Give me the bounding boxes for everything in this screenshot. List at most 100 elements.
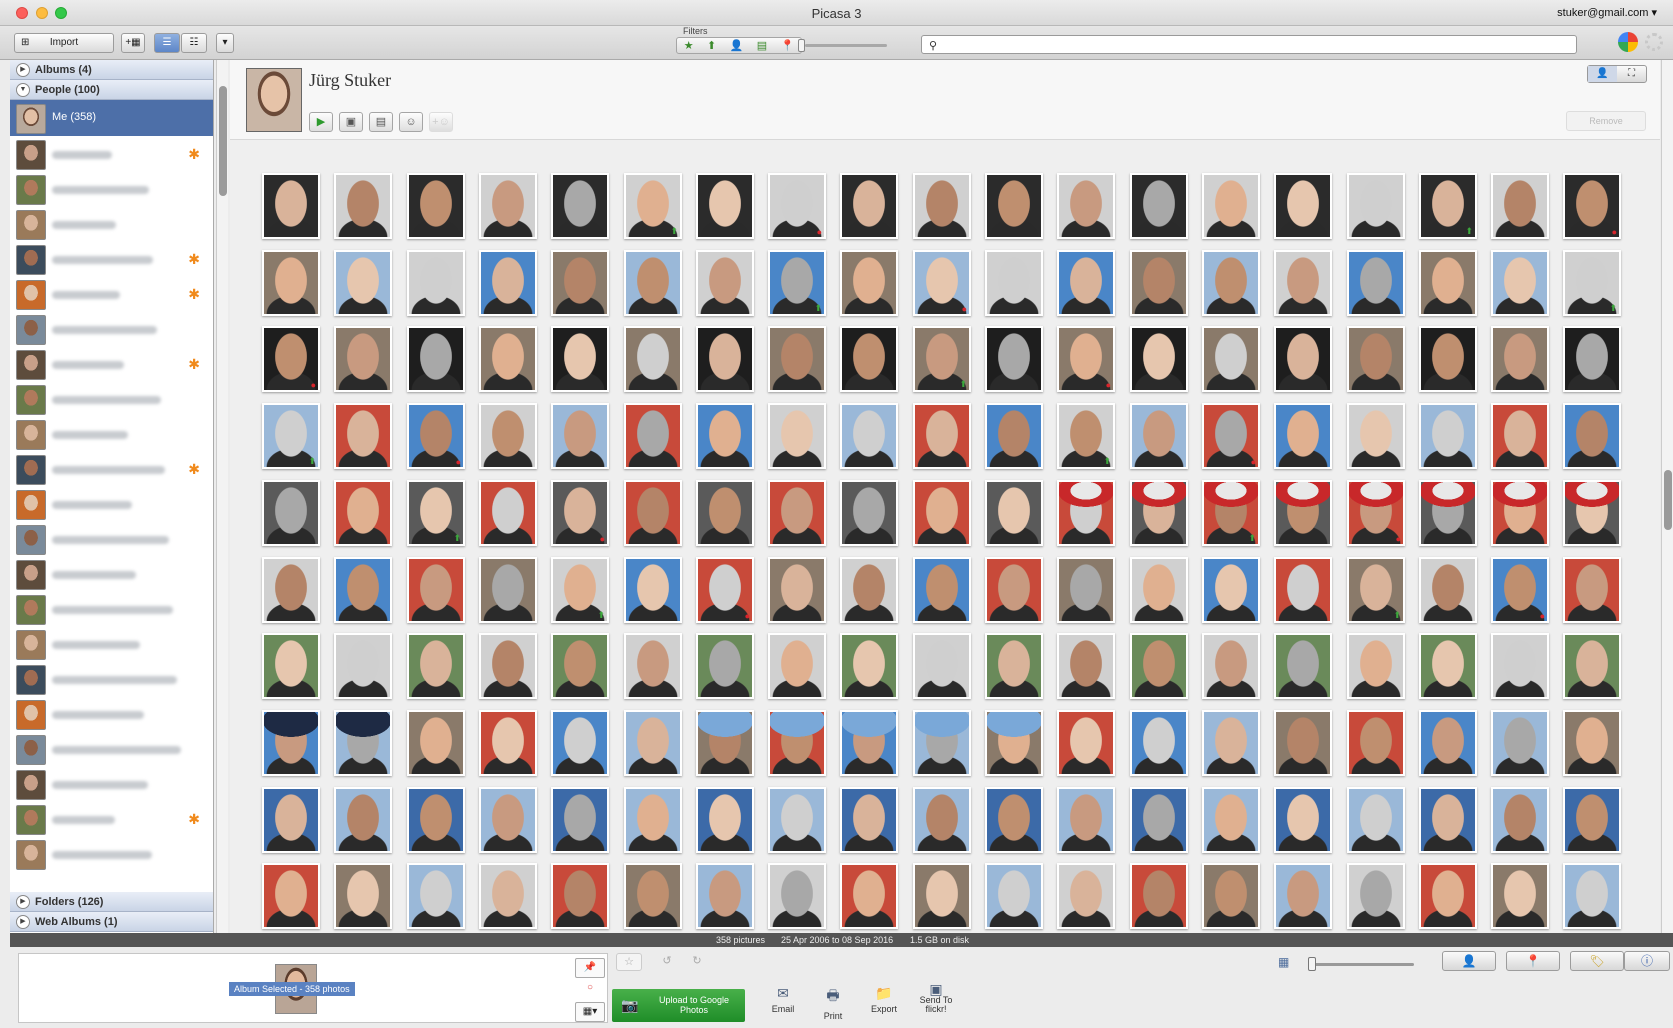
uploaded-filter-icon[interactable]: ⬆ <box>707 39 716 52</box>
people-section-header[interactable]: ▼ People (100) <box>10 80 213 100</box>
face-thumbnail[interactable] <box>985 787 1043 853</box>
face-thumbnail[interactable] <box>262 480 320 546</box>
face-thumbnail[interactable] <box>913 480 971 546</box>
email-button[interactable]: ✉ Email <box>761 985 805 1014</box>
face-thumbnail[interactable] <box>624 710 682 776</box>
face-thumbnail[interactable] <box>913 710 971 776</box>
sidebar-scroll-thumb[interactable] <box>219 86 227 196</box>
face-thumbnail[interactable] <box>1491 863 1549 929</box>
face-thumbnail[interactable] <box>262 787 320 853</box>
sidebar-person-row[interactable]: ✱ <box>10 136 213 173</box>
face-thumbnail[interactable]: ● <box>913 250 971 316</box>
fullscreen-icon[interactable]: ⛶ <box>1617 66 1646 82</box>
face-thumbnail[interactable] <box>262 250 320 316</box>
face-thumbnail[interactable]: ● <box>262 326 320 392</box>
face-thumbnail[interactable] <box>1130 633 1188 699</box>
main-scroll-thumb[interactable] <box>1664 470 1672 530</box>
geotag-filter-icon[interactable]: 📍 <box>781 39 795 52</box>
face-thumbnail[interactable] <box>913 557 971 623</box>
face-thumbnail[interactable] <box>262 633 320 699</box>
face-thumbnail[interactable] <box>479 557 537 623</box>
face-thumbnail[interactable] <box>1274 480 1332 546</box>
face-thumbnail[interactable] <box>334 173 392 239</box>
face-thumbnail[interactable] <box>913 403 971 469</box>
rotate-right-button[interactable]: ↻ <box>684 953 710 971</box>
sidebar-person-row[interactable]: ✱ <box>10 346 213 383</box>
face-thumbnail[interactable] <box>334 326 392 392</box>
face-thumbnail[interactable] <box>1202 557 1260 623</box>
face-thumbnail[interactable] <box>1563 480 1621 546</box>
unconfirmed-faces-icon[interactable]: ✱ <box>188 461 200 478</box>
sidebar-person-row[interactable] <box>10 661 213 698</box>
collage-button[interactable]: ▣ <box>339 112 363 132</box>
face-thumbnail[interactable] <box>1274 326 1332 392</box>
person-name[interactable]: Jürg Stuker <box>309 70 391 91</box>
face-thumbnail[interactable] <box>840 250 898 316</box>
face-thumbnail[interactable] <box>1419 480 1477 546</box>
sidebar-person-row[interactable] <box>10 556 213 593</box>
face-thumbnail[interactable] <box>1491 480 1549 546</box>
face-thumbnail[interactable]: ⬆ <box>1563 250 1621 316</box>
face-thumbnail[interactable] <box>985 480 1043 546</box>
movie-button[interactable]: ▤ <box>369 112 393 132</box>
face-thumbnail[interactable] <box>1491 173 1549 239</box>
face-thumbnail[interactable] <box>479 173 537 239</box>
sidebar-person-row[interactable] <box>10 626 213 663</box>
face-thumbnail[interactable] <box>1130 710 1188 776</box>
hold-pin-button[interactable]: 📌 <box>575 958 605 978</box>
view-options-dropdown[interactable]: ▾ <box>216 33 234 53</box>
face-thumbnail[interactable] <box>1563 326 1621 392</box>
face-thumbnail[interactable]: ● <box>1202 403 1260 469</box>
sidebar-item-me[interactable]: Me (358) <box>10 100 213 136</box>
face-thumbnail[interactable] <box>1130 557 1188 623</box>
sidebar-person-row[interactable]: ✱ <box>10 801 213 838</box>
face-thumbnail[interactable] <box>407 710 465 776</box>
face-thumbnail[interactable] <box>1491 787 1549 853</box>
face-thumbnail[interactable] <box>1419 326 1477 392</box>
face-thumbnail[interactable]: ● <box>1491 557 1549 623</box>
face-thumbnail[interactable] <box>1419 250 1477 316</box>
face-thumbnail[interactable] <box>1130 787 1188 853</box>
face-thumbnail[interactable] <box>1057 863 1115 929</box>
main-scrollbar[interactable] <box>1661 60 1673 933</box>
face-thumbnail[interactable] <box>1419 557 1477 623</box>
face-thumbnail[interactable]: ⬆ <box>1419 173 1477 239</box>
face-thumbnail[interactable] <box>1202 633 1260 699</box>
web-albums-section-header[interactable]: ▶ Web Albums (1) <box>10 912 213 932</box>
face-thumbnail[interactable] <box>262 557 320 623</box>
folders-section-header[interactable]: ▶ Folders (126) <box>10 892 213 912</box>
sidebar-person-row[interactable] <box>10 171 213 208</box>
face-thumbnail[interactable] <box>985 863 1043 929</box>
face-thumbnail[interactable] <box>1491 633 1549 699</box>
face-thumbnail[interactable]: ● <box>1347 480 1405 546</box>
face-thumbnail[interactable] <box>1491 326 1549 392</box>
face-thumbnail[interactable] <box>1563 403 1621 469</box>
face-thumbnail[interactable] <box>1274 557 1332 623</box>
faces-filter-icon[interactable]: 👤 <box>730 39 744 52</box>
face-thumbnail[interactable] <box>1563 787 1621 853</box>
face-thumbnail[interactable] <box>1347 863 1405 929</box>
sidebar-person-row[interactable] <box>10 836 213 873</box>
face-thumbnail[interactable] <box>407 326 465 392</box>
face-thumbnail[interactable] <box>840 863 898 929</box>
star-filter-icon[interactable]: ★ <box>684 39 694 52</box>
face-thumbnail[interactable] <box>840 557 898 623</box>
face-thumbnail[interactable] <box>840 633 898 699</box>
face-thumbnail[interactable] <box>1419 863 1477 929</box>
face-thumbnail[interactable] <box>768 557 826 623</box>
face-thumbnail[interactable]: ⬆ <box>262 403 320 469</box>
face-thumbnail[interactable] <box>624 557 682 623</box>
unconfirmed-faces-icon[interactable]: ✱ <box>188 356 200 373</box>
face-thumbnail[interactable] <box>551 250 609 316</box>
face-thumbnail[interactable] <box>1419 787 1477 853</box>
face-thumbnail[interactable] <box>1274 250 1332 316</box>
albums-section-header[interactable]: ▶ Albums (4) <box>10 60 213 80</box>
face-thumbnail[interactable] <box>624 787 682 853</box>
person-view-icon[interactable]: 👤 <box>1588 66 1617 82</box>
face-thumbnail[interactable] <box>1202 173 1260 239</box>
face-thumbnail[interactable]: ⬆ <box>407 480 465 546</box>
sidebar-person-row[interactable] <box>10 206 213 243</box>
face-thumbnail[interactable] <box>696 710 754 776</box>
face-thumbnail[interactable] <box>1057 787 1115 853</box>
rotate-left-button[interactable]: ↺ <box>654 953 680 971</box>
